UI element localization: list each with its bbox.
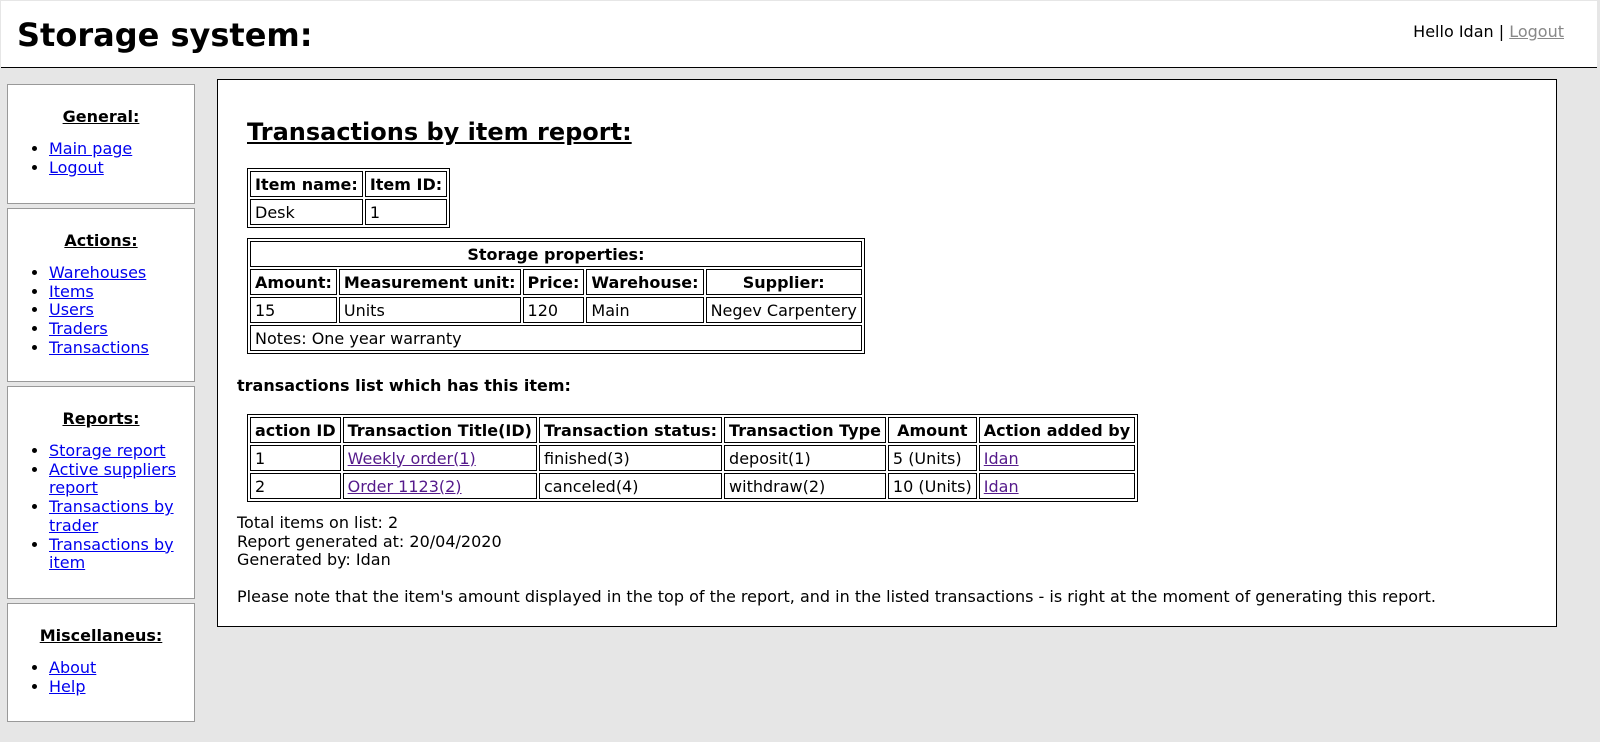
sidebar-item-users[interactable]: Users: [49, 300, 94, 320]
main-content: Transactions by item report: Item name: …: [217, 79, 1557, 627]
sidebar-item-traders[interactable]: Traders: [49, 319, 108, 338]
supplier-header: Supplier:: [705, 269, 862, 295]
sidebar-item-storage-report[interactable]: Storage report: [49, 441, 166, 460]
sidebar-item-transactions-by-trader[interactable]: Transactions by trader: [49, 497, 174, 535]
transactions-list-title: transactions list which has this item:: [237, 376, 571, 395]
transactions-table: action ID Transaction Title(ID) Transact…: [247, 414, 1139, 502]
sidebar-reports: Reports: Storage report Active suppliers…: [7, 386, 195, 599]
measurement-unit-cell: Units: [338, 297, 521, 323]
user-area: Hello Idan | Logout: [1413, 22, 1564, 41]
sidebar-item-transactions[interactable]: Transactions: [49, 338, 149, 357]
item-id-cell: 1: [364, 199, 448, 225]
sidebar-reports-title: Reports:: [62, 409, 140, 428]
measurement-unit-header: Measurement unit:: [338, 269, 521, 295]
header-logout-link[interactable]: Logout: [1509, 22, 1564, 41]
action-id-cell: 1: [250, 445, 341, 471]
sidebar-general: General: Main page Logout: [7, 84, 195, 204]
amount-cell: 10 (Units): [887, 473, 977, 499]
added-by-link[interactable]: Idan: [984, 449, 1019, 468]
page-header: Storage system: Hello Idan | Logout: [1, 1, 1597, 68]
sidebar-item-warehouses[interactable]: Warehouses: [49, 263, 146, 282]
generated-by: Generated by: Idan: [237, 550, 391, 570]
supplier-cell: Negev Carpentery: [705, 297, 862, 323]
sidebar-item-main-page[interactable]: Main page: [49, 139, 132, 158]
warehouse-header: Warehouse:: [586, 269, 704, 295]
sidebar-misc: Miscellaneus: About Help: [7, 603, 195, 722]
action-id-header: action ID: [250, 417, 341, 443]
warehouse-cell: Main: [586, 297, 704, 323]
transaction-type-cell: withdraw(2): [724, 473, 886, 499]
transaction-title-link[interactable]: Weekly order(1): [348, 449, 476, 468]
sidebar-actions: Actions: Warehouses Items Users Traders …: [7, 208, 195, 382]
item-name-cell: Desk: [250, 199, 363, 225]
table-row: 1 Weekly order(1) finished(3) deposit(1)…: [250, 445, 1136, 471]
notes-cell: Notes: One year warranty: [250, 325, 862, 351]
price-cell: 120: [522, 297, 585, 323]
report-footer: Total items on list: 2 Report generated …: [237, 513, 502, 570]
amount-cell: 5 (Units): [887, 445, 977, 471]
transaction-type-header: Transaction Type: [724, 417, 886, 443]
item-table: Item name: Item ID: Desk 1: [247, 168, 451, 228]
sidebar-misc-title: Miscellaneus:: [39, 626, 163, 645]
storage-properties-table: Storage properties: Amount: Measurement …: [247, 238, 865, 354]
added-by-link[interactable]: Idan: [984, 477, 1019, 496]
transaction-status-cell: canceled(4): [538, 473, 723, 499]
transaction-type-cell: deposit(1): [724, 445, 886, 471]
table-row: 2 Order 1123(2) canceled(4) withdraw(2) …: [250, 473, 1136, 499]
amount-header: Amount: [887, 417, 977, 443]
transaction-title-link[interactable]: Order 1123(2): [348, 477, 462, 496]
transaction-title-header: Transaction Title(ID): [342, 417, 537, 443]
sidebar-item-active-suppliers-report[interactable]: Active suppliers report: [49, 460, 176, 498]
added-by-header: Action added by: [978, 417, 1136, 443]
total-items: Total items on list: 2: [237, 513, 399, 532]
action-id-cell: 2: [250, 473, 341, 499]
sidebar-item-help[interactable]: Help: [49, 677, 85, 696]
sidebar-item-transactions-by-item[interactable]: Transactions by item: [49, 535, 174, 573]
amount-cell: 15: [250, 297, 337, 323]
sidebar-general-title: General:: [62, 107, 140, 126]
item-id-header: Item ID:: [364, 171, 448, 197]
amount-header: Amount:: [250, 269, 337, 295]
sidebar-item-items[interactable]: Items: [49, 282, 94, 301]
app-title: Storage system:: [17, 16, 313, 54]
sidebar-item-about[interactable]: About: [49, 658, 96, 677]
storage-properties-caption: Storage properties:: [250, 241, 862, 267]
separator: |: [1498, 22, 1505, 41]
greeting: Hello Idan: [1413, 22, 1494, 41]
sidebar-actions-title: Actions:: [64, 231, 138, 250]
report-note: Please note that the item's amount displ…: [237, 587, 1436, 606]
generated-at: Report generated at: 20/04/2020: [237, 531, 502, 551]
sidebar-item-logout[interactable]: Logout: [49, 158, 104, 177]
page-title: Transactions by item report:: [247, 118, 632, 146]
transaction-status-cell: finished(3): [538, 445, 723, 471]
transaction-status-header: Transaction status:: [538, 417, 723, 443]
item-name-header: Item name:: [250, 171, 363, 197]
price-header: Price:: [522, 269, 585, 295]
